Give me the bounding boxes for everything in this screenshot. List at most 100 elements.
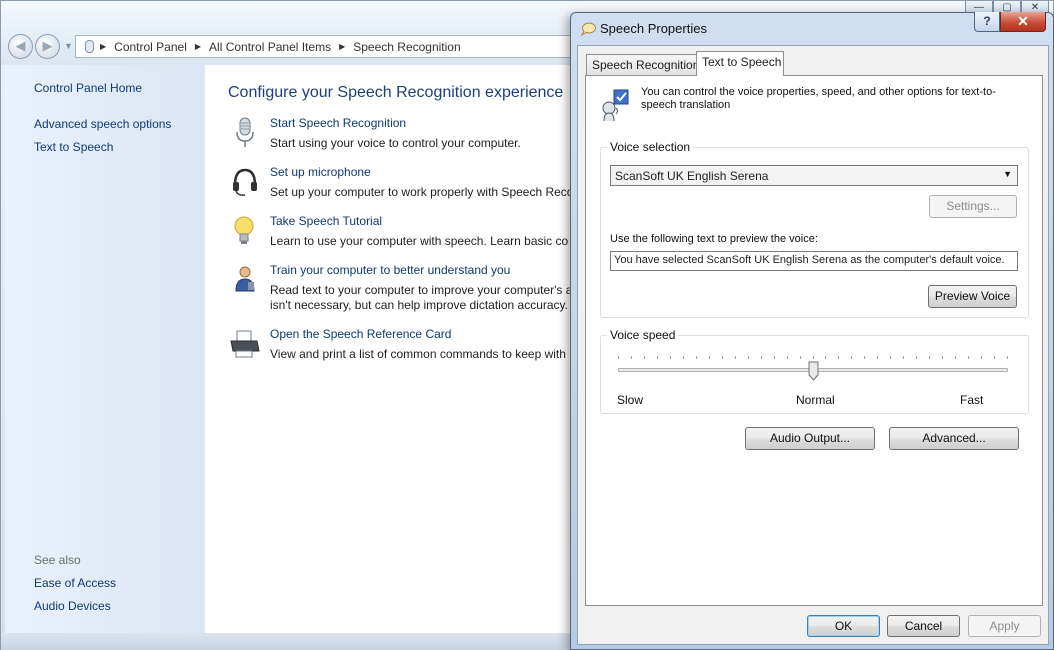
close-button[interactable]: ✕ xyxy=(1000,12,1046,32)
microphone-icon xyxy=(236,117,254,147)
slider-tick xyxy=(813,356,814,359)
sidebar-item-control-panel-home[interactable]: Control Panel Home xyxy=(34,81,142,95)
dialog-title: Speech Properties xyxy=(600,21,707,36)
task-start-speech-recognition: Start Speech Recognition Start using you… xyxy=(228,116,628,156)
voice-speed-title: Voice speed xyxy=(607,328,679,342)
sidebar: Control Panel Home Advanced speech optio… xyxy=(5,65,205,633)
slider-tick xyxy=(916,356,917,359)
slider-tick xyxy=(981,356,982,359)
breadcrumb-control-panel[interactable]: Control Panel xyxy=(114,40,187,54)
task-description: Set up your computer to work properly wi… xyxy=(270,185,574,199)
slider-tick xyxy=(722,356,723,359)
slider-tick xyxy=(825,356,826,359)
voice-select-value: ScanSoft UK English Serena xyxy=(615,169,769,183)
slider-tick xyxy=(735,356,736,359)
dialog-body: Speech Recognition Text to Speech You ca… xyxy=(577,45,1049,645)
main-content: Configure your Speech Recognition experi… xyxy=(205,65,605,633)
slider-tick xyxy=(800,356,801,359)
chevron-right-icon[interactable]: ▶ xyxy=(339,42,345,51)
task-description: Start using your voice to control your c… xyxy=(270,136,521,150)
address-bar[interactable]: ▶ Control Panel ▶ All Control Panel Item… xyxy=(75,35,575,58)
task-description: View and print a list of common commands… xyxy=(270,347,566,361)
voice-select[interactable]: ScanSoft UK English Serena ▼ xyxy=(610,165,1018,186)
speech-bubble-icon xyxy=(580,22,596,36)
slider-tick xyxy=(683,356,684,359)
lightbulb-icon xyxy=(234,216,254,244)
advanced-button[interactable]: Advanced... xyxy=(889,427,1019,450)
slider-tick xyxy=(670,356,671,359)
tab-speech-recognition[interactable]: Speech Recognition xyxy=(586,54,699,75)
voice-speed-group: Voice speed Slow Normal Fast xyxy=(600,328,1029,414)
slider-tick xyxy=(994,356,995,359)
open-reference-card-link[interactable]: Open the Speech Reference Card xyxy=(270,327,451,341)
preview-voice-button[interactable]: Preview Voice xyxy=(928,285,1017,308)
speed-label-slow: Slow xyxy=(617,393,644,407)
recent-pages-dropdown[interactable]: ▼ xyxy=(64,41,73,51)
task-open-reference-card: Open the Speech Reference Card View and … xyxy=(228,327,628,367)
take-speech-tutorial-link[interactable]: Take Speech Tutorial xyxy=(270,214,382,228)
sidebar-item-audio-devices[interactable]: Audio Devices xyxy=(34,599,111,613)
printer-icon xyxy=(230,330,260,358)
slider-tick xyxy=(851,356,852,359)
slider-tick xyxy=(748,356,749,359)
slider-tick xyxy=(787,356,788,359)
slider-tick xyxy=(929,356,930,359)
page-title: Configure your Speech Recognition experi… xyxy=(228,84,564,101)
slider-tick xyxy=(955,356,956,359)
slider-tick xyxy=(631,356,632,359)
info-text: You can control the voice properties, sp… xyxy=(641,86,996,111)
slider-tick xyxy=(696,356,697,359)
help-button[interactable]: ? xyxy=(974,12,1000,32)
user-train-icon xyxy=(235,266,255,292)
chevron-down-icon: ▼ xyxy=(1003,169,1012,179)
tab-text-to-speech[interactable]: Text to Speech xyxy=(696,51,784,76)
slider-tick xyxy=(761,356,762,359)
slider-tick xyxy=(774,356,775,359)
slider-tick xyxy=(657,356,658,359)
voice-speed-slider[interactable] xyxy=(618,356,1008,386)
breadcrumb-all-items[interactable]: All Control Panel Items xyxy=(209,40,331,54)
task-set-up-microphone: Set up microphone Set up your computer t… xyxy=(228,165,628,205)
headset-icon xyxy=(233,168,257,196)
preview-text-input[interactable]: You have selected ScanSoft UK English Se… xyxy=(610,251,1018,271)
task-description: Learn to use your computer with speech. … xyxy=(270,234,569,248)
forward-button[interactable]: ▶ xyxy=(35,34,60,59)
speed-label-fast: Fast xyxy=(960,393,984,407)
slider-tick xyxy=(618,356,619,359)
back-button[interactable]: ◀ xyxy=(8,34,33,59)
text-to-speech-icon xyxy=(602,89,629,122)
voice-selection-title: Voice selection xyxy=(607,140,694,154)
sidebar-item-ease-of-access[interactable]: Ease of Access xyxy=(34,576,116,590)
task-take-speech-tutorial: Take Speech Tutorial Learn to use your c… xyxy=(228,214,628,254)
see-also-heading: See also xyxy=(34,553,81,567)
slider-tick xyxy=(709,356,710,359)
task-train-computer: Train your computer to better understand… xyxy=(228,263,628,313)
cancel-button[interactable]: Cancel xyxy=(887,615,960,637)
set-up-microphone-link[interactable]: Set up microphone xyxy=(270,165,371,179)
train-computer-link[interactable]: Train your computer to better understand… xyxy=(270,263,510,277)
slider-tick xyxy=(968,356,969,359)
slider-tick xyxy=(644,356,645,359)
settings-button[interactable]: Settings... xyxy=(929,195,1017,218)
ok-button[interactable]: OK xyxy=(807,615,880,637)
preview-label: Use the following text to preview the vo… xyxy=(610,233,818,245)
start-speech-recognition-link[interactable]: Start Speech Recognition xyxy=(270,116,406,130)
breadcrumb-speech-recognition[interactable]: Speech Recognition xyxy=(353,40,460,54)
chevron-right-icon[interactable]: ▶ xyxy=(100,42,106,51)
sidebar-item-advanced-speech-options[interactable]: Advanced speech options xyxy=(34,117,171,131)
speed-label-normal: Normal xyxy=(796,393,835,407)
slider-tick xyxy=(890,356,891,359)
slider-tick xyxy=(838,356,839,359)
sidebar-item-text-to-speech[interactable]: Text to Speech xyxy=(34,140,113,154)
task-description: Read text to your computer to improve yo… xyxy=(270,283,572,312)
slider-thumb[interactable] xyxy=(808,361,819,381)
speech-recognition-icon xyxy=(85,40,94,53)
text-to-speech-panel: You can control the voice properties, sp… xyxy=(585,75,1043,606)
voice-selection-group: Voice selection ScanSoft UK English Sere… xyxy=(600,140,1029,318)
chevron-right-icon[interactable]: ▶ xyxy=(195,42,201,51)
slider-tick xyxy=(1007,356,1008,359)
slider-tick xyxy=(877,356,878,359)
audio-output-button[interactable]: Audio Output... xyxy=(745,427,875,450)
slider-tick xyxy=(942,356,943,359)
apply-button[interactable]: Apply xyxy=(968,615,1041,637)
